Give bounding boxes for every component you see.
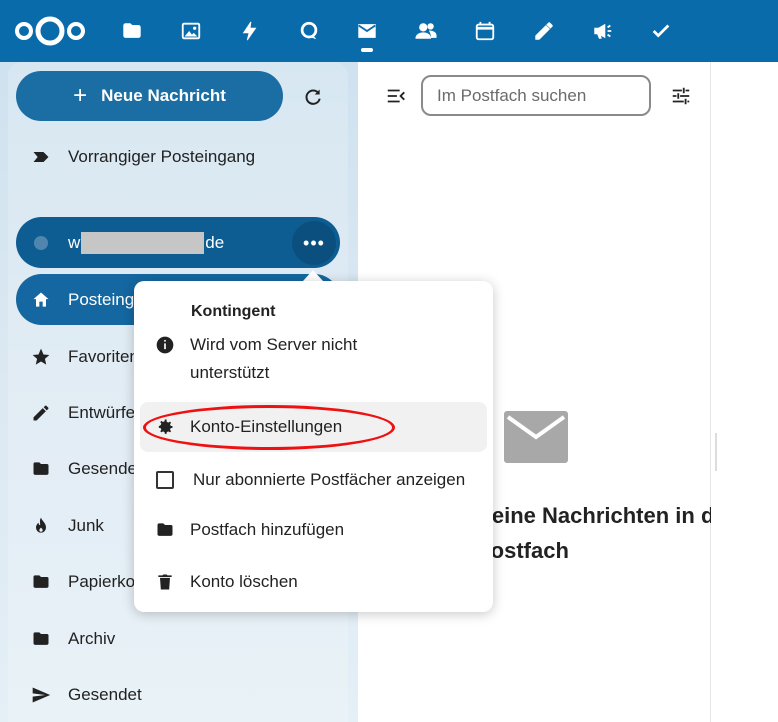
delete-account-menu-item[interactable]: Konto löschen: [140, 557, 487, 607]
menu-item-label: Konto löschen: [190, 572, 298, 591]
label-arrow-icon: [16, 147, 66, 167]
sidebar-item-label: Gesendet: [68, 685, 142, 704]
account-name-suffix: de: [205, 232, 225, 252]
talk-app-icon[interactable]: [292, 14, 326, 48]
menu-item-label: Postfach hinzufügen: [190, 520, 345, 539]
add-mailbox-menu-item[interactable]: Postfach hinzufügen: [140, 505, 487, 555]
refresh-icon: [305, 89, 321, 105]
mailbox-search-input[interactable]: [421, 75, 651, 116]
menu-arrow: [303, 270, 323, 281]
account-settings-menu-item[interactable]: Konto-Einstellungen: [140, 402, 487, 452]
sidebar-item-label: Entwürfe: [68, 403, 136, 422]
resize-handle[interactable]: [715, 433, 717, 471]
nextcloud-logo[interactable]: [14, 14, 86, 48]
gear-icon: [140, 417, 190, 437]
files-app-icon[interactable]: [115, 14, 149, 48]
sidebar-item-sent[interactable]: Gesendet: [16, 670, 340, 720]
sidebar-item-label: Archiv: [68, 629, 116, 648]
menu-item-label: Konto-Einstellungen: [190, 417, 343, 436]
home-icon: [16, 290, 66, 310]
info-icon: [140, 331, 190, 355]
quota-text-line: Wird vom Server nicht: [190, 335, 358, 354]
folder-icon: [16, 572, 66, 592]
send-icon: [16, 685, 66, 705]
activity-app-icon[interactable]: [233, 14, 267, 48]
menu-collapse-icon: [387, 89, 405, 103]
subscribed-only-menu-item[interactable]: Nur abonnierte Postfächer anzeigen: [140, 455, 487, 505]
quota-info: Wird vom Server nicht unterstützt: [140, 331, 487, 387]
toggle-navigation-button[interactable]: [382, 82, 410, 110]
sidebar-item-label: Vorrangiger Posteingang: [68, 147, 256, 166]
calendar-app-icon[interactable]: [468, 14, 502, 48]
top-bar: [0, 0, 778, 62]
empty-message-line: Keine Nachrichten in diesem: [476, 503, 711, 528]
redacted-email-block: [81, 231, 205, 254]
announcements-app-icon[interactable]: [586, 14, 620, 48]
tasks-app-icon[interactable]: [644, 14, 678, 48]
subscribed-only-checkbox[interactable]: [140, 471, 190, 489]
sidebar-item-label: Favoriten: [68, 347, 139, 366]
mail-app-icon[interactable]: [350, 14, 384, 48]
search-filter-button[interactable]: [667, 82, 695, 110]
trash-icon: [140, 572, 190, 592]
new-message-label: Neue Nachricht: [101, 86, 226, 105]
sidebar-item-priority-inbox[interactable]: Vorrangiger Posteingang: [16, 132, 340, 182]
account-name-prefix: w: [68, 232, 81, 252]
quota-text-line: unterstützt: [190, 363, 270, 382]
notes-app-icon[interactable]: [527, 14, 561, 48]
account-actions-menu: Kontingent Wird vom Server nicht unterst…: [134, 281, 493, 612]
folder-icon: [16, 629, 66, 649]
plus-icon: +: [73, 82, 88, 109]
empty-message-line: Postfach: [476, 538, 569, 563]
contacts-app-icon[interactable]: [409, 14, 443, 48]
menu-item-label: Nur abonnierte Postfächer anzeigen: [193, 470, 466, 489]
sidebar-item-archive[interactable]: Archiv: [16, 614, 340, 664]
sidebar-item-label: Gesendet: [68, 459, 142, 478]
star-icon: [16, 347, 66, 367]
photos-app-icon[interactable]: [174, 14, 208, 48]
pencil-icon: [16, 403, 66, 423]
refresh-button[interactable]: [298, 82, 328, 112]
new-message-button[interactable]: + Neue Nachricht: [16, 71, 283, 121]
active-app-indicator: [361, 48, 373, 52]
quota-text: Wird vom Server nicht unterstützt: [190, 331, 357, 387]
empty-mailbox-message: Keine Nachrichten in diesem Postfach: [476, 498, 711, 568]
account-more-actions-button[interactable]: •••: [292, 221, 336, 265]
sliders-icon: [672, 87, 690, 105]
folder-icon: [140, 520, 190, 540]
account-name: w de: [68, 231, 225, 254]
empty-mailbox-icon: [504, 411, 568, 463]
quota-title: Kontingent: [191, 303, 276, 320]
folder-icon: [16, 459, 66, 479]
mail-account-entry[interactable]: w de •••: [16, 217, 340, 268]
account-status-dot: [34, 235, 48, 250]
fire-icon: [16, 516, 66, 536]
sidebar-item-label: Junk: [68, 516, 104, 535]
sidebar-item-label: Posteing: [68, 289, 135, 309]
